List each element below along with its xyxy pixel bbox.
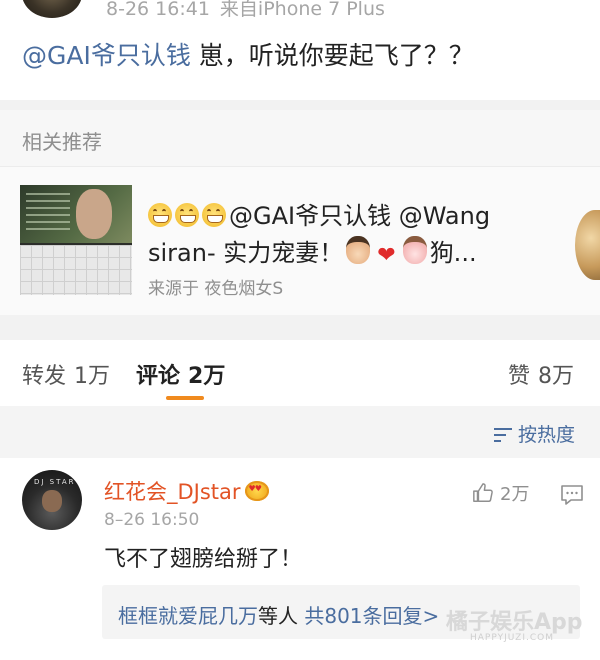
tab-like[interactable]: 赞 8万	[508, 358, 574, 390]
tab-like-count: 8万	[538, 364, 575, 389]
comment-like-button[interactable]: 2万	[472, 480, 529, 506]
tab-repost-label: 转发	[22, 364, 67, 389]
reply-mid-text: 等人	[258, 604, 305, 628]
tab-repost[interactable]: 转发 1万	[22, 358, 110, 390]
tab-like-label: 赞	[508, 364, 531, 389]
commenter-name: 红花会_DJstar	[104, 480, 241, 504]
grin-emoji-icon	[148, 203, 172, 227]
post-mention-link[interactable]: @GAI爷只认钱	[22, 41, 191, 70]
tab-comment-label: 评论	[136, 364, 181, 389]
comment-text: 飞不了翅膀给掰了！	[104, 547, 303, 572]
reply-comment-icon[interactable]	[560, 484, 584, 506]
recommend-thumbnail[interactable]	[20, 185, 132, 295]
heart-emoji-icon: ❤	[377, 243, 396, 268]
watermark-subtext: HAPPYJUZI.COM	[470, 633, 554, 643]
comment-like-count: 2万	[500, 484, 530, 505]
reply-count-link[interactable]: 共801条回复	[304, 604, 422, 628]
author-avatar[interactable]	[22, 0, 82, 18]
comment-time: 8–26 16:50	[104, 510, 200, 530]
sort-label: 按热度	[518, 424, 576, 446]
recommend-source: 来源于 夜色烟女S	[148, 279, 284, 299]
commenter-username[interactable]: 红花会_DJstar	[104, 476, 269, 506]
tab-repost-count: 1万	[74, 364, 111, 389]
post-source: 来自iPhone 7 Plus	[219, 0, 385, 20]
section-divider	[0, 315, 600, 340]
vip-badge-icon	[244, 481, 269, 501]
avatar-text: DJ STAR	[34, 478, 76, 486]
watermark-text: 橘子娱乐App	[446, 610, 583, 635]
post-text: @GAI爷只认钱 崽，听说你要起飞了？？	[22, 36, 474, 72]
grin-emoji-icon	[202, 203, 226, 227]
reply-user-link[interactable]: 框框就爱屁几万	[118, 604, 258, 628]
recommend-title-line2: siran- 实力宠妻！ ❤ 狗...	[148, 233, 477, 268]
thumbs-up-icon	[473, 483, 493, 502]
commenter-avatar[interactable]: DJ STAR	[22, 470, 82, 530]
recommend-line1-text: @GAI爷只认钱 @Wang	[229, 202, 491, 230]
section-divider	[0, 100, 600, 110]
sort-by-hot-button[interactable]: 按热度	[494, 420, 575, 447]
tab-comment-count: 2万	[188, 364, 226, 389]
recommend-title: 相关推荐	[22, 130, 102, 154]
reply-summary[interactable]: 框框就爱屁几万等人 共801条回复>	[118, 600, 439, 629]
chevron-right-icon: >	[422, 604, 440, 628]
grin-emoji-icon	[175, 203, 199, 227]
post-timestamp: 8-26 16:41	[106, 0, 210, 20]
tab-comment[interactable]: 评论 2万	[136, 358, 225, 390]
girl-face-emoji-icon	[402, 236, 427, 264]
sort-icon	[494, 427, 512, 443]
active-tab-indicator	[166, 396, 204, 400]
recommend-line2-text: siran- 实力宠妻！	[148, 239, 344, 267]
recommend-line2-tail: 狗...	[429, 239, 477, 267]
boy-face-emoji-icon	[346, 236, 371, 264]
post-body: 崽，听说你要起飞了？？	[190, 41, 474, 70]
recommend-title-line1: @GAI爷只认钱 @Wang	[148, 196, 490, 231]
post-meta: 8-26 16:41 来自iPhone 7 Plus	[106, 0, 385, 21]
